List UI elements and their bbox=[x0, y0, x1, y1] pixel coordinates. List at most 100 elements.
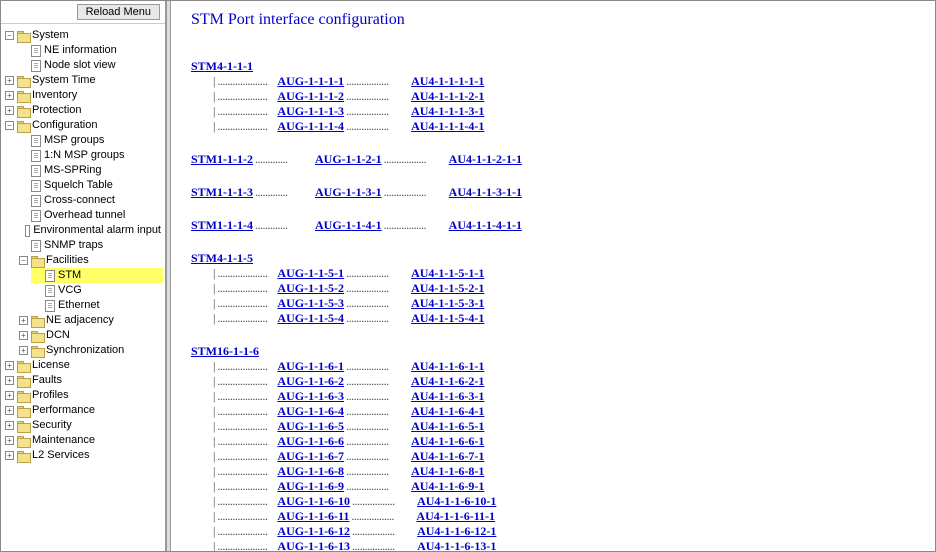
au4-link[interactable]: AU4-1-1-3-1-1 bbox=[449, 185, 522, 200]
stm-port-link[interactable]: STM4-1-1-5 bbox=[191, 251, 253, 265]
tree-item[interactable]: MS-SPRing bbox=[17, 163, 163, 178]
aug-link[interactable]: AUG-1-1-5-3 bbox=[277, 296, 344, 311]
tree-item[interactable]: Ethernet bbox=[31, 298, 163, 313]
aug-link[interactable]: AUG-1-1-1-2 bbox=[277, 89, 344, 104]
au4-link[interactable]: AU4-1-1-2-1-1 bbox=[449, 152, 522, 167]
tree-item[interactable]: +License bbox=[3, 358, 163, 373]
au4-link[interactable]: AU4-1-1-6-1-1 bbox=[411, 359, 484, 374]
au4-link[interactable]: AU4-1-1-6-5-1 bbox=[411, 419, 484, 434]
tree-item[interactable]: +DCN bbox=[17, 328, 163, 343]
au4-link[interactable]: AU4-1-1-6-6-1 bbox=[411, 434, 484, 449]
aug-link[interactable]: AUG-1-1-6-9 bbox=[277, 479, 344, 494]
aug-link[interactable]: AUG-1-1-6-10 bbox=[277, 494, 350, 509]
reload-menu-button[interactable]: Reload Menu bbox=[77, 4, 160, 20]
tree-item[interactable]: +Synchronization bbox=[17, 343, 163, 358]
au4-link[interactable]: AU4-1-1-6-3-1 bbox=[411, 389, 484, 404]
stm-port-link[interactable]: STM1-1-1-2 bbox=[191, 152, 253, 167]
aug-link[interactable]: AUG-1-1-6-4 bbox=[277, 404, 344, 419]
expand-icon[interactable]: + bbox=[19, 331, 28, 340]
tree-item[interactable]: SNMP traps bbox=[17, 238, 163, 253]
aug-link[interactable]: AUG-1-1-3-1 bbox=[315, 185, 382, 200]
tree-item[interactable]: STM bbox=[31, 268, 163, 283]
collapse-icon[interactable]: − bbox=[5, 31, 14, 40]
aug-link[interactable]: AUG-1-1-6-6 bbox=[277, 434, 344, 449]
au4-link[interactable]: AU4-1-1-6-7-1 bbox=[411, 449, 484, 464]
expand-icon[interactable]: + bbox=[5, 406, 14, 415]
expand-icon[interactable]: + bbox=[5, 451, 14, 460]
au4-link[interactable]: AU4-1-1-5-1-1 bbox=[411, 266, 484, 281]
tree-item[interactable]: NE information bbox=[17, 43, 163, 58]
expand-icon[interactable]: + bbox=[5, 376, 14, 385]
aug-link[interactable]: AUG-1-1-4-1 bbox=[315, 218, 382, 233]
expand-icon[interactable]: + bbox=[5, 76, 14, 85]
aug-link[interactable]: AUG-1-1-5-2 bbox=[277, 281, 344, 296]
aug-link[interactable]: AUG-1-1-6-11 bbox=[277, 509, 349, 524]
stm-port-link[interactable]: STM4-1-1-1 bbox=[191, 59, 253, 73]
au4-link[interactable]: AU4-1-1-6-9-1 bbox=[411, 479, 484, 494]
tree-item[interactable]: +NE adjacency bbox=[17, 313, 163, 328]
tree-item[interactable]: +Protection bbox=[3, 103, 163, 118]
aug-link[interactable]: AUG-1-1-6-13 bbox=[277, 539, 350, 551]
tree-item[interactable]: +Performance bbox=[3, 403, 163, 418]
tree-item[interactable]: Squelch Table bbox=[17, 178, 163, 193]
au4-link[interactable]: AU4-1-1-6-11-1 bbox=[416, 509, 495, 524]
stm-port-link[interactable]: STM1-1-1-4 bbox=[191, 218, 253, 233]
tree-item[interactable]: −Configuration bbox=[3, 118, 163, 133]
tree-item[interactable]: +Maintenance bbox=[3, 433, 163, 448]
tree-item[interactable]: +System Time bbox=[3, 73, 163, 88]
tree-item[interactable]: Environmental alarm input bbox=[17, 223, 163, 238]
tree-item[interactable]: +Profiles bbox=[3, 388, 163, 403]
au4-link[interactable]: AU4-1-1-6-10-1 bbox=[417, 494, 496, 509]
au4-link[interactable]: AU4-1-1-1-3-1 bbox=[411, 104, 484, 119]
tree-item[interactable]: Node slot view bbox=[17, 58, 163, 73]
tree-item[interactable]: −Facilities bbox=[17, 253, 163, 268]
expand-icon[interactable]: + bbox=[5, 436, 14, 445]
au4-link[interactable]: AU4-1-1-6-8-1 bbox=[411, 464, 484, 479]
au4-link[interactable]: AU4-1-1-6-2-1 bbox=[411, 374, 484, 389]
aug-link[interactable]: AUG-1-1-1-4 bbox=[277, 119, 344, 134]
aug-link[interactable]: AUG-1-1-1-1 bbox=[277, 74, 344, 89]
tree-item[interactable]: 1:N MSP groups bbox=[17, 148, 163, 163]
au4-link[interactable]: AU4-1-1-6-4-1 bbox=[411, 404, 484, 419]
stm-port-link[interactable]: STM1-1-1-3 bbox=[191, 185, 253, 200]
au4-link[interactable]: AU4-1-1-1-2-1 bbox=[411, 89, 484, 104]
tree-item[interactable]: +Inventory bbox=[3, 88, 163, 103]
au4-link[interactable]: AU4-1-1-5-2-1 bbox=[411, 281, 484, 296]
au4-link[interactable]: AU4-1-1-5-3-1 bbox=[411, 296, 484, 311]
aug-link[interactable]: AUG-1-1-1-3 bbox=[277, 104, 344, 119]
aug-link[interactable]: AUG-1-1-6-12 bbox=[277, 524, 350, 539]
aug-link[interactable]: AUG-1-1-5-1 bbox=[277, 266, 344, 281]
au4-link[interactable]: AU4-1-1-5-4-1 bbox=[411, 311, 484, 326]
aug-link[interactable]: AUG-1-1-6-7 bbox=[277, 449, 344, 464]
aug-link[interactable]: AUG-1-1-6-2 bbox=[277, 374, 344, 389]
tree-item[interactable]: −System bbox=[3, 28, 163, 43]
aug-link[interactable]: AUG-1-1-6-3 bbox=[277, 389, 344, 404]
au4-link[interactable]: AU4-1-1-1-1-1 bbox=[411, 74, 484, 89]
au4-link[interactable]: AU4-1-1-4-1-1 bbox=[449, 218, 522, 233]
aug-link[interactable]: AUG-1-1-6-5 bbox=[277, 419, 344, 434]
expand-icon[interactable]: + bbox=[5, 391, 14, 400]
expand-icon[interactable]: + bbox=[5, 361, 14, 370]
expand-icon[interactable]: + bbox=[19, 316, 28, 325]
aug-link[interactable]: AUG-1-1-5-4 bbox=[277, 311, 344, 326]
expand-icon[interactable]: + bbox=[5, 106, 14, 115]
au4-link[interactable]: AU4-1-1-1-4-1 bbox=[411, 119, 484, 134]
tree-item[interactable]: Cross-connect bbox=[17, 193, 163, 208]
collapse-icon[interactable]: − bbox=[19, 256, 28, 265]
expand-icon[interactable]: + bbox=[5, 421, 14, 430]
tree-item[interactable]: +L2 Services bbox=[3, 448, 163, 463]
au4-link[interactable]: AU4-1-1-6-12-1 bbox=[417, 524, 496, 539]
tree-item[interactable]: VCG bbox=[31, 283, 163, 298]
aug-link[interactable]: AUG-1-1-6-8 bbox=[277, 464, 344, 479]
tree-item[interactable]: +Security bbox=[3, 418, 163, 433]
tree-item[interactable]: MSP groups bbox=[17, 133, 163, 148]
collapse-icon[interactable]: − bbox=[5, 121, 14, 130]
tree-item[interactable]: +Faults bbox=[3, 373, 163, 388]
expand-icon[interactable]: + bbox=[5, 91, 14, 100]
aug-link[interactable]: AUG-1-1-6-1 bbox=[277, 359, 344, 374]
aug-link[interactable]: AUG-1-1-2-1 bbox=[315, 152, 382, 167]
au4-link[interactable]: AU4-1-1-6-13-1 bbox=[417, 539, 496, 551]
stm-port-link[interactable]: STM16-1-1-6 bbox=[191, 344, 259, 358]
tree-item[interactable]: Overhead tunnel bbox=[17, 208, 163, 223]
expand-icon[interactable]: + bbox=[19, 346, 28, 355]
